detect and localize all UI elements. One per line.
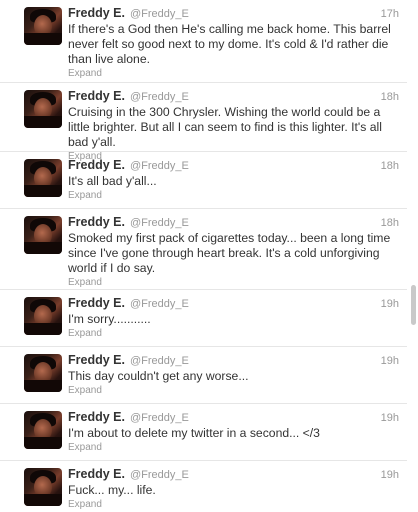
tweet-timeline: Freddy E. @Freddy_E 17h If there's a God… [0,0,407,512]
author-fullname[interactable]: Freddy E. [68,410,125,424]
tweet-text: Fuck... my... life. [68,483,156,497]
author-fullname[interactable]: Freddy E. [68,296,125,310]
tweet-content: Freddy E. @Freddy_E 18h Smoked my first … [68,215,399,289]
tweet-text: I'm sorry........... [68,312,151,326]
tweet[interactable]: Freddy E. @Freddy_E 18h Cruising in the … [0,82,407,162]
author-username[interactable]: @Freddy_E [130,411,189,425]
author-username[interactable]: @Freddy_E [130,90,189,104]
author-fullname[interactable]: Freddy E. [68,353,125,367]
expand-link[interactable]: Expand [68,68,399,80]
avatar[interactable] [24,90,62,128]
tweet-timestamp[interactable]: 19h [381,354,399,368]
tweet-timestamp[interactable]: 19h [381,297,399,311]
tweet[interactable]: Freddy E. @Freddy_E 18h It's all bad y'a… [0,151,407,208]
tweet-timestamp[interactable]: 19h [381,468,399,482]
scrollbar[interactable] [407,0,418,512]
author-fullname[interactable]: Freddy E. [68,89,125,103]
tweet-header: Freddy E. @Freddy_E 17h [68,6,399,21]
tweet-content: Freddy E. @Freddy_E 19h This day couldn'… [68,353,399,397]
tweet[interactable]: Freddy E. @Freddy_E 17h If there's a God… [0,0,407,82]
avatar[interactable] [24,297,62,335]
author-fullname[interactable]: Freddy E. [68,467,125,481]
author-username[interactable]: @Freddy_E [130,7,189,21]
tweet-header: Freddy E. @Freddy_E 19h [68,353,399,368]
author-username[interactable]: @Freddy_E [130,468,189,482]
tweet[interactable]: Freddy E. @Freddy_E 19h Fuck... my... li… [0,460,407,512]
expand-link[interactable]: Expand [68,442,399,454]
tweet-content: Freddy E. @Freddy_E 18h It's all bad y'a… [68,158,399,202]
tweet-content: Freddy E. @Freddy_E 19h I'm sorry.......… [68,296,399,340]
tweet-header: Freddy E. @Freddy_E 18h [68,158,399,173]
tweet-timestamp[interactable]: 18h [381,90,399,104]
tweet-timestamp[interactable]: 17h [381,7,399,21]
expand-link[interactable]: Expand [68,328,399,340]
tweet-header: Freddy E. @Freddy_E 19h [68,296,399,311]
tweet-text: Cruising in the 300 Chrysler. Wishing th… [68,105,382,149]
author-username[interactable]: @Freddy_E [130,297,189,311]
tweet[interactable]: Freddy E. @Freddy_E 19h I'm sorry.......… [0,289,407,346]
tweet-text: It's all bad y'all... [68,174,157,188]
tweet-timestamp[interactable]: 18h [381,159,399,173]
avatar[interactable] [24,216,62,254]
tweet-header: Freddy E. @Freddy_E 19h [68,467,399,482]
avatar[interactable] [24,468,62,506]
tweet[interactable]: Freddy E. @Freddy_E 18h Smoked my first … [0,208,407,289]
avatar[interactable] [24,7,62,45]
tweet-text: I'm about to delete my twitter in a seco… [68,426,320,440]
tweet-timestamp[interactable]: 19h [381,411,399,425]
avatar[interactable] [24,159,62,197]
tweet-content: Freddy E. @Freddy_E 17h If there's a God… [68,6,399,80]
tweet-text: This day couldn't get any worse... [68,369,249,383]
tweet-timestamp[interactable]: 18h [381,216,399,230]
expand-link[interactable]: Expand [68,277,399,289]
author-fullname[interactable]: Freddy E. [68,6,125,20]
tweet-header: Freddy E. @Freddy_E 18h [68,89,399,104]
author-username[interactable]: @Freddy_E [130,159,189,173]
tweet-content: Freddy E. @Freddy_E 19h I'm about to del… [68,410,399,454]
author-username[interactable]: @Freddy_E [130,216,189,230]
tweet-header: Freddy E. @Freddy_E 18h [68,215,399,230]
tweet-header: Freddy E. @Freddy_E 19h [68,410,399,425]
expand-link[interactable]: Expand [68,190,399,202]
author-username[interactable]: @Freddy_E [130,354,189,368]
avatar[interactable] [24,411,62,449]
tweet[interactable]: Freddy E. @Freddy_E 19h This day couldn'… [0,346,407,403]
scrollbar-thumb[interactable] [411,285,416,325]
tweet[interactable]: Freddy E. @Freddy_E 19h I'm about to del… [0,403,407,460]
expand-link[interactable]: Expand [68,385,399,397]
author-fullname[interactable]: Freddy E. [68,158,125,172]
tweet-text: Smoked my first pack of cigarettes today… [68,231,391,275]
tweet-text: If there's a God then He's calling me ba… [68,22,391,66]
avatar[interactable] [24,354,62,392]
author-fullname[interactable]: Freddy E. [68,215,125,229]
tweet-content: Freddy E. @Freddy_E 19h Fuck... my... li… [68,467,399,511]
expand-link[interactable]: Expand [68,499,399,511]
